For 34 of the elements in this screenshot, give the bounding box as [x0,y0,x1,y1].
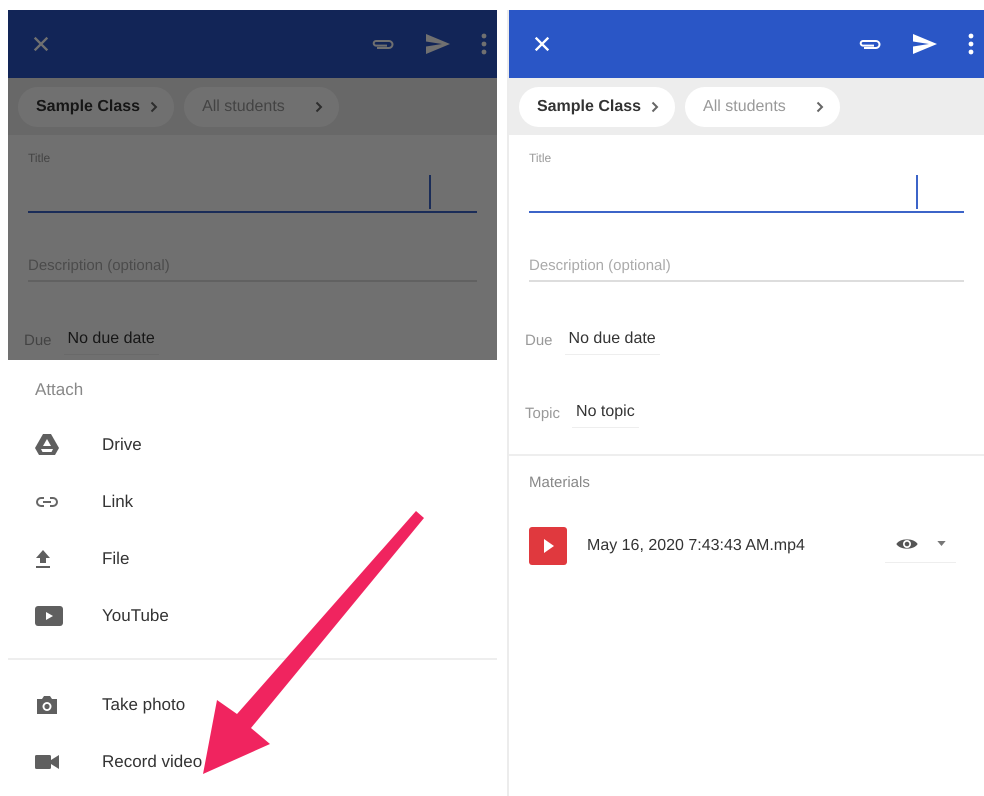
topic-label: Topic [524,405,560,422]
chevron-icon [816,100,824,112]
video-file-icon [528,527,567,565]
attach-option[interactable]: Link [8,473,497,530]
link-icon [35,496,59,508]
due-label: Due [524,332,553,349]
camera-icon [35,694,59,714]
send-icon[interactable] [424,33,451,55]
send-icon[interactable] [912,33,938,55]
due-date-button[interactable]: No due date [64,326,159,355]
attach-option[interactable]: Record video [8,733,497,790]
youtube-icon [35,606,63,626]
materials-heading: Materials [528,474,591,491]
due-date-button[interactable]: No due date [564,326,660,355]
chevron-icon [651,100,660,112]
drive-icon [35,434,59,455]
breadcrumb-chip[interactable]: Sample Class [18,86,174,126]
close-icon[interactable] [32,35,50,53]
upload-icon [35,548,51,568]
close-icon[interactable] [532,35,551,53]
caret-icon [937,541,946,546]
attach-option[interactable]: Drive [8,416,497,473]
attachment-name[interactable]: May 16, 2020 7:43:43 AM.mp4 [586,537,805,555]
topic-button[interactable]: No topic [572,399,639,428]
more-icon[interactable] [968,33,974,55]
video-camera-icon [35,754,59,768]
more-icon[interactable] [480,33,487,55]
breadcrumb-chip[interactable]: Sample Class [518,86,676,126]
sheet-heading: Attach [34,380,84,401]
attach-option[interactable]: Take photo [8,676,497,733]
chevron-icon [314,100,323,112]
attach-option[interactable]: File [8,530,497,587]
attach-option[interactable]: YouTube [8,587,497,644]
chevron-icon [150,100,158,112]
